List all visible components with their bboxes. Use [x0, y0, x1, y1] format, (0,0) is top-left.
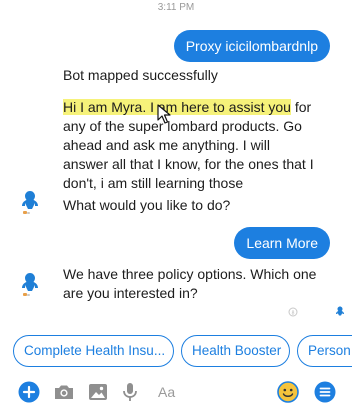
svg-text:8: 8 — [292, 311, 295, 317]
bot-question-message: What would you like to do? — [63, 196, 230, 215]
bot-question-text: What would you like to do? — [63, 197, 231, 213]
mouse-cursor-icon — [157, 104, 171, 124]
user-message-bubble[interactable]: Learn More — [234, 227, 330, 259]
seen-indicator-icon: 8 — [288, 307, 298, 317]
microphone-icon[interactable] — [118, 380, 142, 404]
quick-reply-person[interactable]: Person — [297, 335, 352, 367]
bot-intro-text: for — [290, 99, 312, 115]
timestamp: 3:11 PM — [157, 2, 195, 13]
highlighted-text: Hi I am Myra. I am here to assist you — [63, 99, 291, 115]
bot-intro-line: answer all that I know, for the ones tha… — [63, 156, 314, 172]
bot-avatar-icon — [22, 191, 38, 214]
bot-intro-line: any of the super lombard products. Go — [63, 118, 302, 134]
user-message-bubble[interactable]: Proxy icicilombardnlp — [173, 30, 330, 62]
bot-message: Bot mapped successfully — [63, 66, 218, 85]
user-message-text: Learn More — [246, 235, 318, 251]
plus-icon[interactable] — [17, 380, 41, 404]
bot-intro-line: Hi I am Myra. I am here to assist you fo… — [63, 98, 348, 117]
quick-replies-row: Complete Health Insu... Health Booster P… — [0, 335, 352, 369]
bot-policy-line: are you interested in? — [63, 285, 198, 301]
bot-policy-line: We have three policy options. Which one — [63, 266, 317, 282]
bot-mini-avatar-icon — [336, 306, 344, 316]
bot-policy-message: We have three policy options. Which one … — [63, 265, 343, 303]
quick-reply-complete-health[interactable]: Complete Health Insu... — [13, 335, 174, 367]
menu-icon[interactable] — [313, 380, 337, 404]
messenger-chat-screen: 3:11 PM Proxy icicilombardnlp Bot mapped… — [0, 0, 352, 416]
emoji-icon[interactable] — [276, 380, 300, 404]
image-icon[interactable] — [86, 380, 110, 404]
quick-reply-health-booster[interactable]: Health Booster — [181, 335, 290, 367]
camera-icon[interactable] — [52, 380, 76, 404]
bot-avatar-icon — [22, 273, 38, 296]
message-input-placeholder[interactable]: Aa — [158, 384, 175, 400]
bot-intro-message: Hi I am Myra. I am here to assist you fo… — [63, 98, 348, 193]
composer-toolbar: Aa — [0, 380, 352, 412]
bot-intro-line: ahead and ask me anything. I will — [63, 137, 271, 153]
bot-intro-line: don't, i am still learning those — [63, 175, 244, 191]
bot-message-text: Bot mapped successfully — [63, 67, 218, 83]
user-message-text: Proxy icicilombardnlp — [185, 38, 318, 54]
